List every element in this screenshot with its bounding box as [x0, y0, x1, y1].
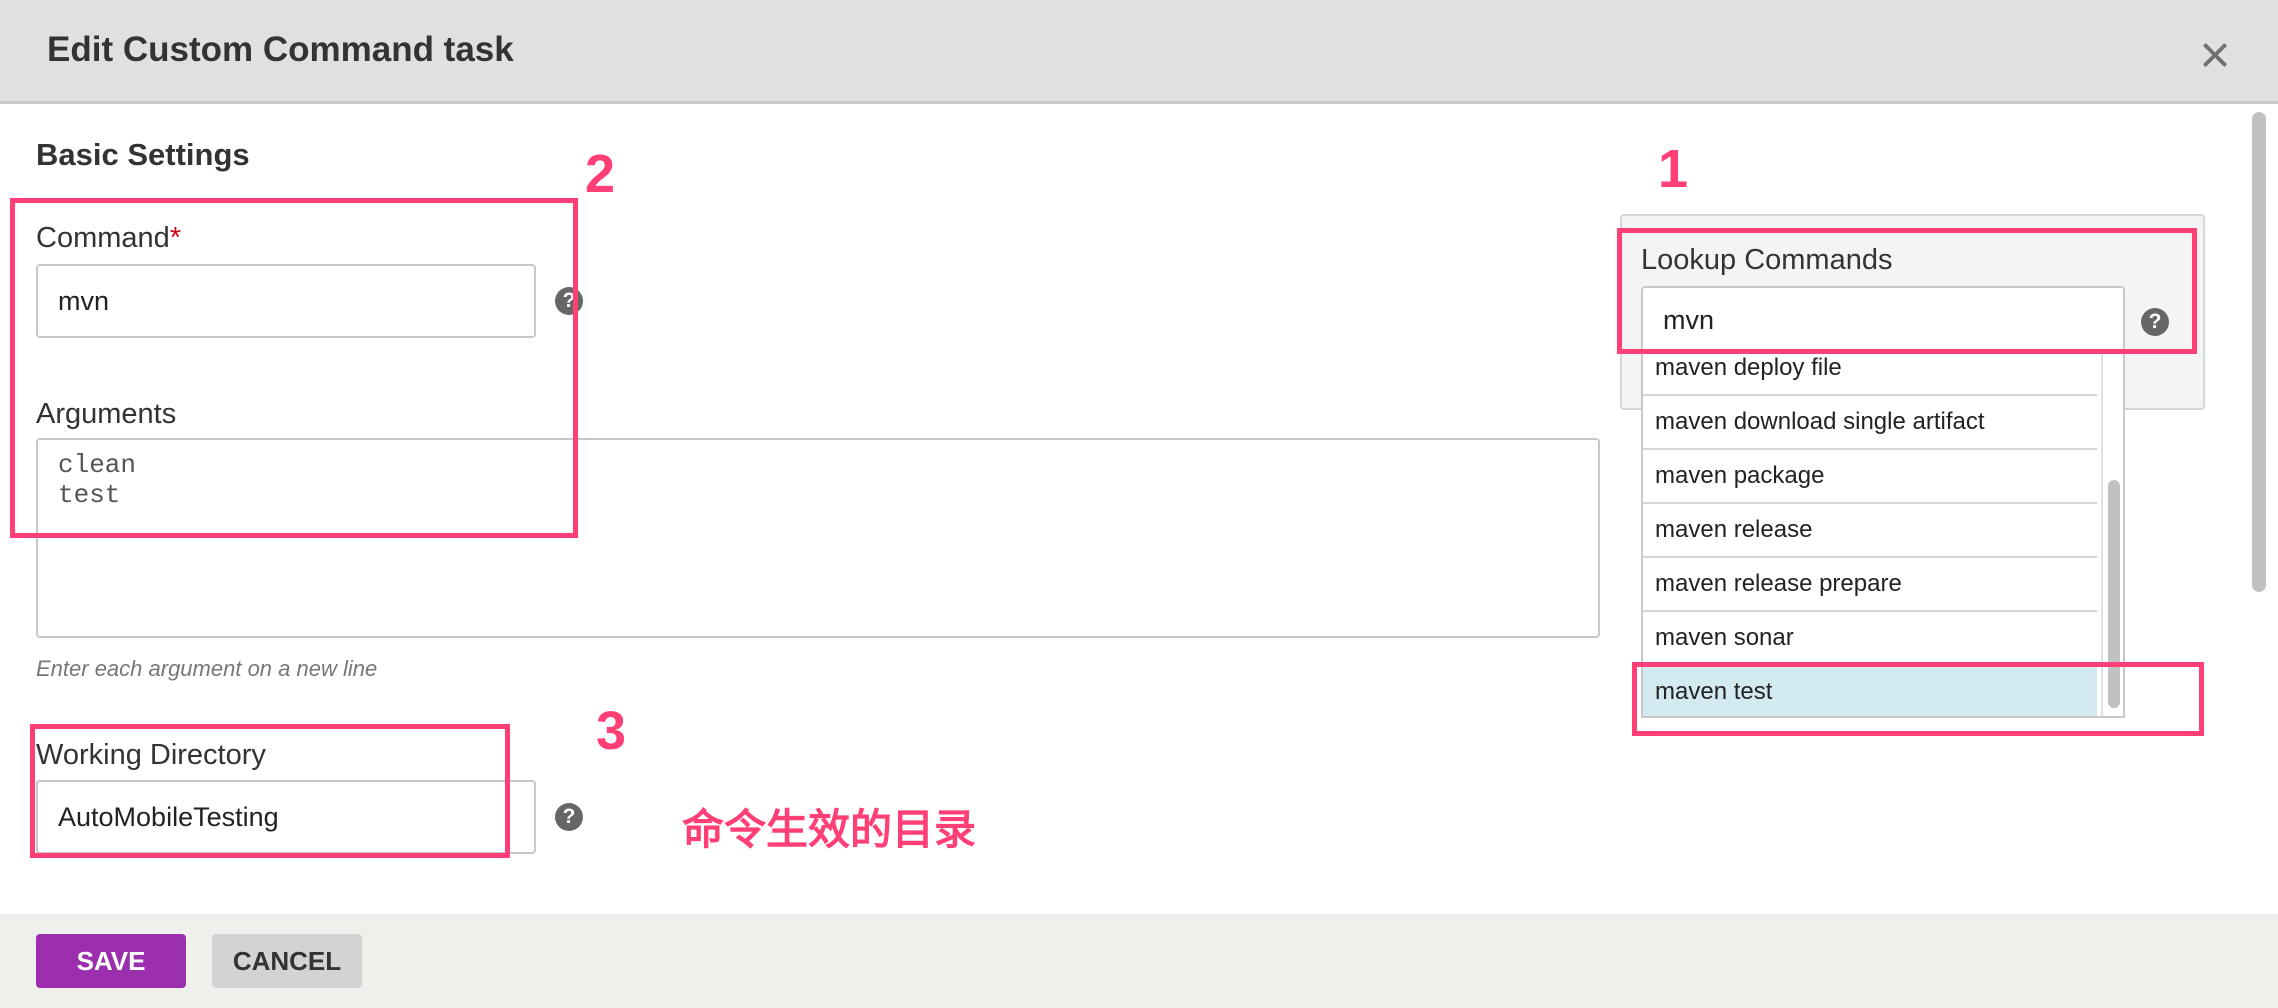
- section-title-basic-settings: Basic Settings: [36, 137, 250, 172]
- annotation-box-2: [10, 198, 578, 538]
- arguments-hint: Enter each argument on a new line: [36, 656, 378, 681]
- annotation-box-1: [1617, 228, 2197, 354]
- annotation-box-selected-item: [1632, 662, 2204, 736]
- dropdown-item[interactable]: maven download single artifact: [1643, 396, 2097, 450]
- annotation-number-1: 1: [1658, 139, 1689, 199]
- cancel-button[interactable]: CANCEL: [212, 934, 362, 988]
- annotation-note: 命令生效的目录: [682, 805, 977, 854]
- dropdown-item[interactable]: maven package: [1643, 450, 2097, 504]
- help-icon[interactable]: ?: [555, 803, 583, 831]
- dropdown-item[interactable]: maven release: [1643, 504, 2097, 558]
- close-icon[interactable]: ×: [2190, 28, 2240, 82]
- annotation-number-3: 3: [596, 701, 627, 761]
- page-scrollbar[interactable]: [2250, 104, 2278, 914]
- dropdown-item[interactable]: maven sonar: [1643, 612, 2097, 666]
- dropdown-item[interactable]: maven release prepare: [1643, 558, 2097, 612]
- dialog-header: Edit Custom Command task ×: [0, 0, 2278, 104]
- annotation-box-3: [30, 724, 510, 858]
- page-scrollbar-thumb[interactable]: [2252, 112, 2266, 592]
- dropdown-item[interactable]: maven deploy file: [1643, 352, 2097, 396]
- dialog-title: Edit Custom Command task: [47, 30, 514, 69]
- save-button[interactable]: SAVE: [36, 934, 186, 988]
- annotation-number-2: 2: [585, 144, 616, 204]
